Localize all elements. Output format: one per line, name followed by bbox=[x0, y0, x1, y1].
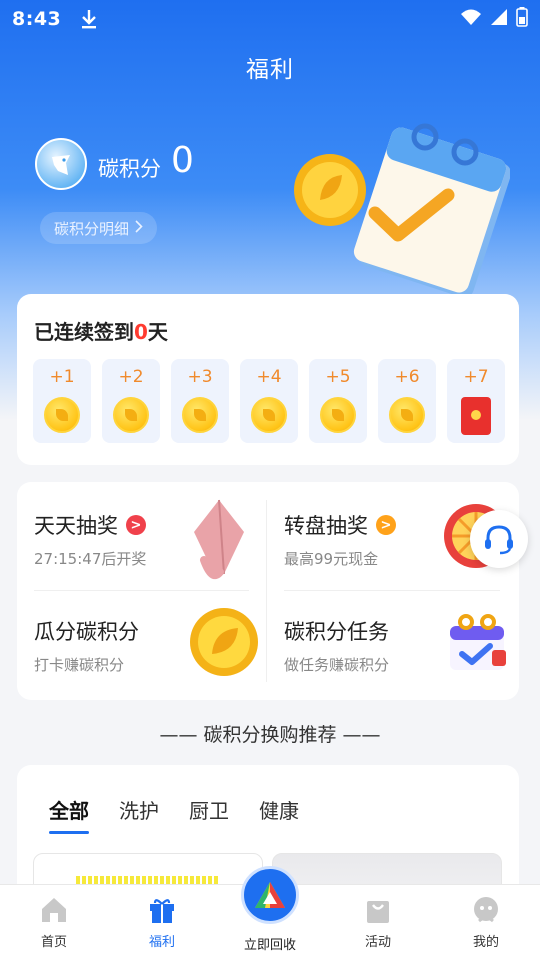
sign-in-day-7[interactable]: +7 bbox=[447, 359, 505, 443]
sign-in-title: 已连续签到0天 bbox=[34, 316, 168, 345]
daily-lottery-title: 天天抽奖 > bbox=[34, 510, 146, 540]
nav-welfare[interactable]: 福利 bbox=[108, 885, 216, 960]
carbon-points-value: 0 bbox=[171, 140, 194, 181]
split-points-subtitle: 打卡赚碳积分 bbox=[34, 656, 125, 674]
day-reward-label: +7 bbox=[463, 367, 489, 387]
status-time: 8:43 bbox=[12, 8, 62, 30]
sign-in-title-suffix: 天 bbox=[147, 320, 168, 344]
coin-icon bbox=[44, 397, 80, 433]
point-tasks-title: 碳积分任务 bbox=[284, 620, 389, 644]
nav-activity[interactable]: 活动 bbox=[324, 885, 432, 960]
coin-icon bbox=[190, 608, 258, 676]
product-image bbox=[76, 876, 218, 884]
coin-icon bbox=[389, 397, 425, 433]
chevron-right-icon bbox=[135, 219, 143, 237]
detail-link-label: 碳积分明细 bbox=[54, 219, 130, 238]
arrow-badge-icon: > bbox=[376, 515, 396, 535]
sign-in-card: 已连续签到0天 +1 +2 +3 +4 +5 +6 +7 bbox=[17, 294, 519, 465]
avatar[interactable] bbox=[35, 138, 87, 190]
home-icon bbox=[42, 898, 66, 922]
headset-icon bbox=[485, 525, 513, 555]
gift-icon bbox=[150, 899, 174, 923]
sign-in-day-2[interactable]: +2 bbox=[102, 359, 160, 443]
nav-activity-label: 活动 bbox=[364, 935, 391, 950]
profile-icon bbox=[474, 897, 498, 923]
day-reward-label: +5 bbox=[325, 367, 351, 387]
status-bar: 8:43 bbox=[0, 0, 540, 38]
category-tabs: 全部 洗护 厨卫 健康 bbox=[49, 795, 299, 834]
recycle-now-button[interactable] bbox=[241, 866, 299, 924]
sign-in-day-row: +1 +2 +3 +4 +5 +6 +7 bbox=[33, 359, 505, 443]
sign-in-day-1[interactable]: +1 bbox=[33, 359, 91, 443]
coin-icon bbox=[182, 397, 218, 433]
day-reward-label: +2 bbox=[118, 367, 144, 387]
point-tasks-subtitle: 做任务赚碳积分 bbox=[284, 656, 390, 674]
sign-in-days-count: 0 bbox=[134, 320, 148, 344]
nav-home-label: 首页 bbox=[40, 935, 67, 950]
day-reward-label: +3 bbox=[187, 367, 213, 387]
page-title: 福利 bbox=[246, 57, 294, 83]
activities-card: 天天抽奖 > 27:15:47后开奖 转盘抽奖 > 最高99元现金 瓜分碳积分 … bbox=[17, 482, 519, 700]
tab-kitchen-bath[interactable]: 厨卫 bbox=[189, 795, 229, 824]
sign-in-day-5[interactable]: +5 bbox=[309, 359, 367, 443]
nav-welfare-label: 福利 bbox=[148, 935, 175, 950]
towel-icon bbox=[194, 499, 244, 579]
sign-in-day-6[interactable]: +6 bbox=[378, 359, 436, 443]
tab-health[interactable]: 健康 bbox=[259, 795, 299, 824]
nav-mine-label: 我的 bbox=[472, 935, 499, 950]
daily-lottery-item[interactable]: 天天抽奖 > 27:15:47后开奖 bbox=[34, 499, 274, 610]
coin-icon bbox=[320, 397, 356, 433]
carbon-points-label: 碳积分 bbox=[98, 157, 161, 181]
recycle-now-label: 立即回收 bbox=[243, 938, 296, 953]
split-points-title: 瓜分碳积分 bbox=[34, 620, 139, 644]
wheel-lottery-subtitle: 最高99元现金 bbox=[284, 550, 379, 568]
red-packet-icon bbox=[461, 397, 491, 435]
tab-washing[interactable]: 洗护 bbox=[119, 795, 159, 824]
day-reward-label: +6 bbox=[394, 367, 420, 387]
nav-home[interactable]: 首页 bbox=[0, 885, 108, 960]
signal-icon bbox=[490, 8, 508, 30]
nav-mine[interactable]: 我的 bbox=[432, 885, 540, 960]
task-calendar-icon bbox=[450, 614, 506, 670]
recycle-icon bbox=[255, 882, 285, 908]
split-points-item[interactable]: 瓜分碳积分 打卡赚碳积分 bbox=[34, 608, 274, 716]
tab-all[interactable]: 全部 bbox=[49, 795, 89, 834]
coin-icon bbox=[251, 397, 287, 433]
customer-service-button[interactable] bbox=[470, 510, 528, 568]
download-icon bbox=[79, 8, 99, 30]
coin-icon bbox=[113, 397, 149, 433]
wifi-icon bbox=[460, 8, 482, 30]
sign-in-title-prefix: 已连续签到 bbox=[34, 320, 134, 344]
sign-in-day-4[interactable]: +4 bbox=[240, 359, 298, 443]
sign-in-day-3[interactable]: +3 bbox=[171, 359, 229, 443]
daily-lottery-countdown: 27:15:47后开奖 bbox=[34, 550, 147, 568]
wheel-lottery-label: 转盘抽奖 bbox=[284, 514, 368, 538]
shopping-bag-icon bbox=[367, 901, 389, 923]
carbon-points-detail-link[interactable]: 碳积分明细 bbox=[40, 212, 158, 244]
day-reward-label: +1 bbox=[49, 367, 75, 387]
recommend-section-header: —— 碳积分换购推荐 —— bbox=[159, 724, 381, 746]
arrow-badge-icon: > bbox=[126, 515, 146, 535]
day-reward-label: +4 bbox=[256, 367, 282, 387]
calendar-illustration bbox=[290, 115, 512, 298]
daily-lottery-label: 天天抽奖 bbox=[34, 514, 118, 538]
battery-icon bbox=[516, 7, 528, 31]
wheel-lottery-title: 转盘抽奖 > bbox=[284, 510, 396, 540]
point-tasks-item[interactable]: 碳积分任务 做任务赚碳积分 bbox=[284, 614, 524, 716]
